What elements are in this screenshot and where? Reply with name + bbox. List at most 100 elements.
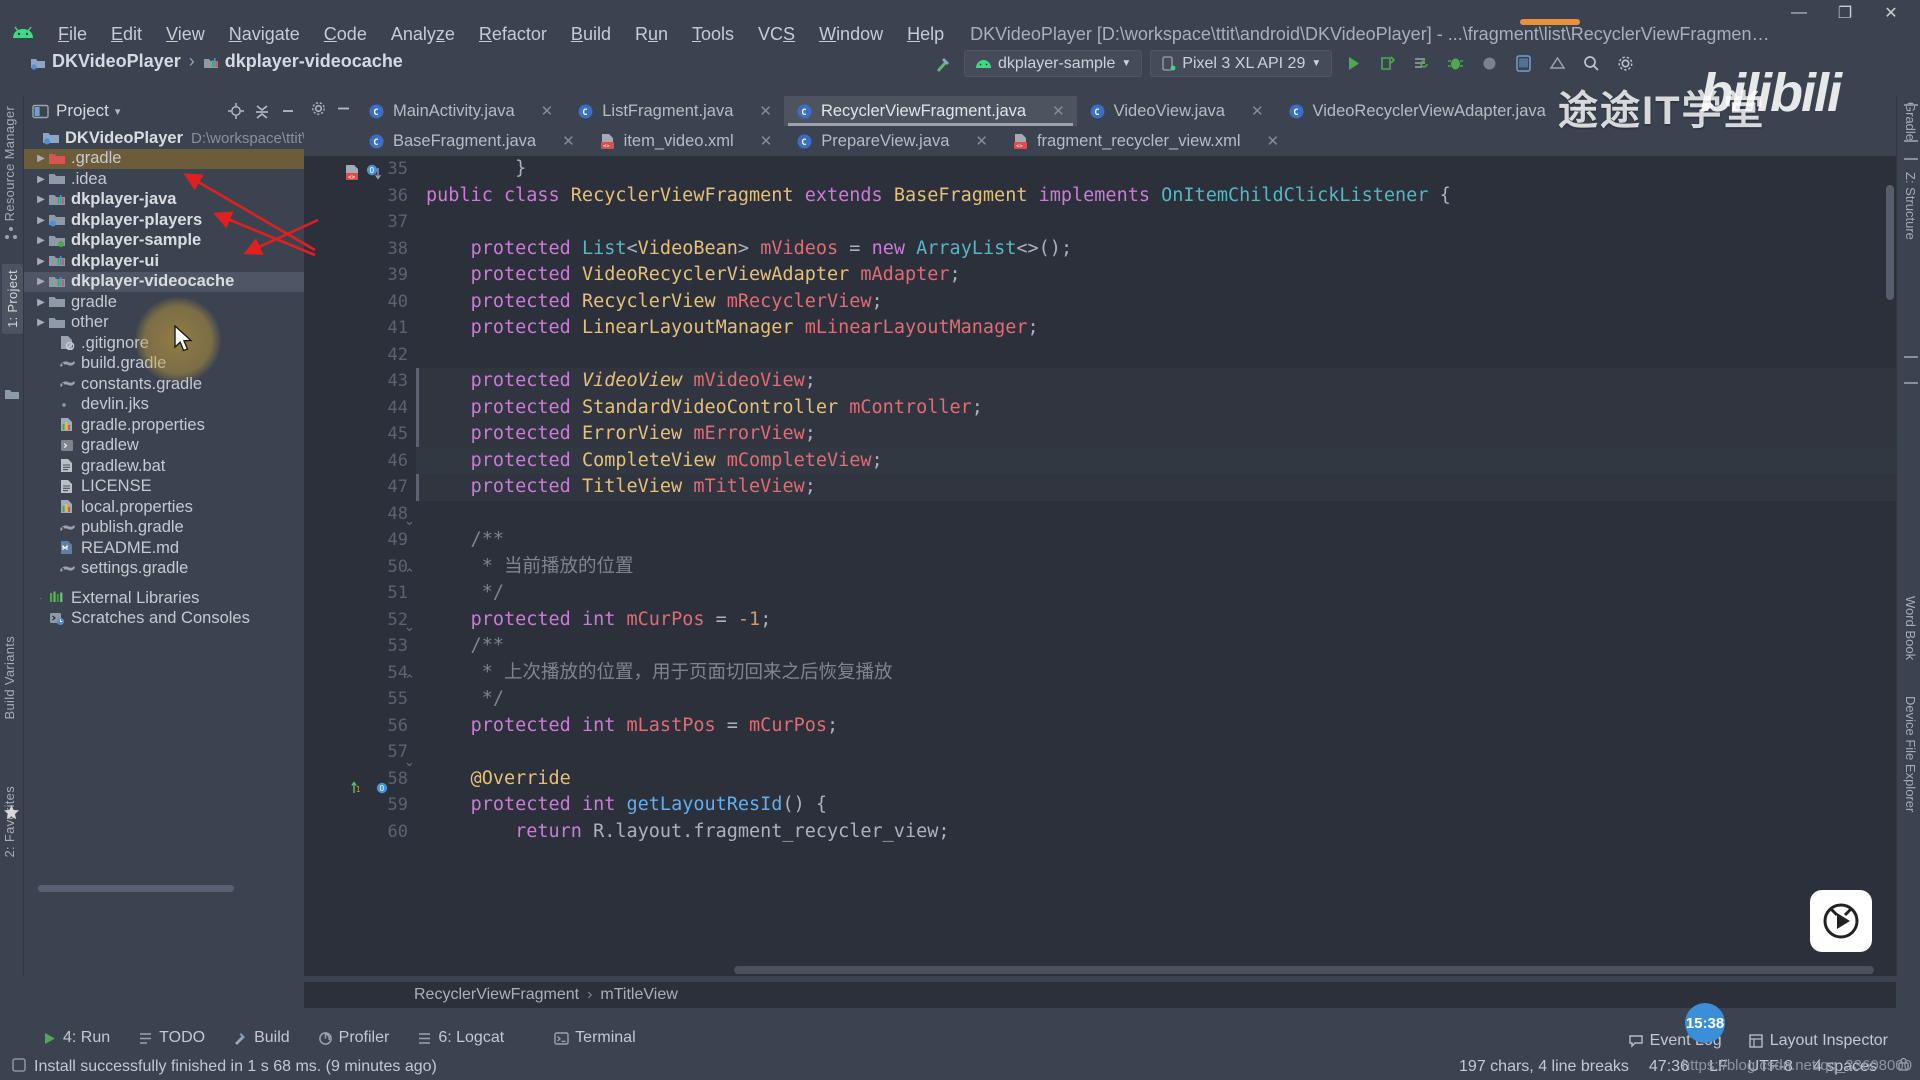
star-favorites-icon[interactable] — [3, 804, 20, 826]
expand-arrow-icon[interactable]: ▶ — [34, 256, 48, 267]
code-line[interactable]: protected TitleView mTitleView; — [416, 474, 1896, 501]
stop-icon[interactable] — [1476, 51, 1502, 77]
sdk-manager-icon[interactable] — [1544, 51, 1570, 77]
breadcrumb-member[interactable]: mTitleView — [600, 986, 677, 1004]
code-line[interactable]: return R.layout.fragment_recycler_view; — [416, 819, 1896, 846]
menu-refactor[interactable]: Refactor — [467, 20, 559, 49]
run-button-icon[interactable] — [1340, 51, 1366, 77]
debug-icon[interactable] — [1442, 51, 1468, 77]
expand-arrow-icon[interactable]: · — [34, 594, 48, 603]
stripe-marker-2[interactable] — [1904, 140, 1918, 142]
tree-row-build-gradle[interactable]: build.gradle — [24, 354, 304, 375]
menu-navigate[interactable]: Navigate — [217, 20, 312, 49]
tree-row-scratches[interactable]: Scratches and Consoles — [24, 609, 304, 630]
menu-build[interactable]: Build — [559, 20, 623, 49]
tree-row-publish-gradle[interactable]: publish.gradle — [24, 518, 304, 539]
fold-marker-55[interactable]: ⌃ — [404, 672, 415, 688]
editor-hide-icon[interactable] — [335, 100, 352, 122]
editor-tab-close-icon[interactable]: ✕ — [562, 132, 575, 150]
code-line[interactable] — [416, 739, 1896, 766]
bottom-tab-profiler[interactable]: Profiler — [304, 1026, 404, 1050]
stripe-marker-5[interactable] — [1904, 382, 1918, 384]
editor-tab-videoview-java[interactable]: C VideoView.java ✕ — [1077, 96, 1276, 126]
editor-tab-listfragment-java[interactable]: C ListFragment.java ✕ — [565, 96, 784, 126]
code-line[interactable]: protected int mLastPos = mCurPos; — [416, 713, 1896, 740]
editor-tab-close-icon[interactable]: ✕ — [1052, 102, 1065, 120]
project-panel-caret-icon[interactable]: ▾ — [115, 105, 121, 118]
implement-gutter-icon[interactable]: O — [376, 781, 392, 804]
code-line[interactable]: } — [416, 156, 1896, 183]
tool-tab-structure[interactable]: Z: Structure — [1903, 172, 1918, 240]
tree-row-devlin-jks[interactable]: devlin.jks — [24, 395, 304, 416]
stripe-marker-1[interactable] — [1904, 104, 1918, 106]
run-method-gutter-icon[interactable]: 1 — [350, 781, 366, 804]
menu-edit[interactable]: Edit — [99, 20, 154, 49]
fold-marker-58[interactable]: ⌄ — [404, 754, 415, 770]
tool-tab-device-file-explorer[interactable]: Device File Explorer — [1903, 696, 1918, 812]
tree-row-gradlew[interactable]: gradlew — [24, 436, 304, 457]
code-line[interactable]: protected int mCurPos = -1; — [416, 607, 1896, 634]
settings-gear-icon[interactable] — [1612, 51, 1638, 77]
code-line[interactable]: * 上次播放的位置，用于页面切回来之后恢复播放 — [416, 660, 1896, 687]
editor-tab-close-icon[interactable]: ✕ — [760, 132, 773, 150]
breadcrumb-project[interactable]: DKVideoPlayer › dkplayer-videocache — [30, 51, 403, 72]
tree-row-constants-gradle[interactable]: constants.gradle — [24, 374, 304, 395]
bottom-tab-logcat[interactable]: 6: Logcat — [403, 1026, 518, 1050]
tree-row-readme-md[interactable]: README.md — [24, 538, 304, 559]
tree-row-license[interactable]: LICENSE — [24, 477, 304, 498]
editor-tab-close-icon[interactable]: ✕ — [1267, 132, 1280, 150]
expand-arrow-icon[interactable]: ▶ — [34, 194, 48, 205]
hide-panel-icon[interactable] — [278, 101, 298, 121]
code-line[interactable]: * 当前播放的位置 — [416, 554, 1896, 581]
tree-row--idea[interactable]: ▶ .idea — [24, 169, 304, 190]
expand-arrow-icon[interactable]: ▶ — [34, 215, 48, 226]
tree-row-gradle-properties[interactable]: gradle.properties — [24, 415, 304, 436]
breadcrumb-class[interactable]: RecyclerViewFragment — [414, 986, 579, 1004]
tree-row-root[interactable]: DKVideoPlayer D:\workspace\ttit\andro — [24, 128, 344, 149]
tree-row--gradle[interactable]: ▶ .gradle — [24, 148, 304, 169]
build-hammer-icon[interactable] — [930, 51, 956, 77]
tree-row-dkplayer-java[interactable]: ▶ dkplayer-java — [24, 190, 304, 211]
editor-tab-close-icon[interactable]: ✕ — [759, 102, 772, 120]
tree-row-dkplayer-videocache[interactable]: ▶ dkplayer-videocache — [24, 271, 304, 292]
code-line[interactable]: protected ErrorView mErrorView; — [416, 421, 1896, 448]
fold-marker-49[interactable]: ⌄ — [404, 513, 415, 529]
locate-target-icon[interactable] — [226, 101, 246, 121]
editor-settings-gear-icon[interactable] — [310, 100, 327, 122]
expand-arrow-icon[interactable]: ▶ — [34, 153, 48, 164]
editor-tab-close-icon[interactable]: ✕ — [975, 132, 988, 150]
chevron-down-icon-device[interactable]: ▼ — [1311, 58, 1321, 69]
code-line[interactable]: protected int getLayoutResId() { — [416, 792, 1896, 819]
code-line[interactable]: protected RecyclerView mRecyclerView; — [416, 289, 1896, 316]
tool-tab-project[interactable]: 1: Project — [2, 264, 23, 334]
xml-layout-gutter-icon[interactable]: <> — [344, 164, 361, 186]
expand-arrow-icon[interactable]: ▶ — [34, 276, 48, 287]
tree-row-gradlew-bat[interactable]: gradlew.bat — [24, 456, 304, 477]
menu-tools[interactable]: Tools — [680, 20, 746, 49]
code-line[interactable]: @Override — [416, 766, 1896, 793]
tool-tab-word-book[interactable]: Word Book — [1903, 596, 1918, 660]
code-line[interactable]: /** — [416, 633, 1896, 660]
project-panel-scrollbar[interactable] — [38, 885, 234, 892]
editor-tab-fragment-recycler-view-xml[interactable]: <> fragment_recycler_view.xml ✕ — [1000, 126, 1291, 156]
editor-tab-videorecyclerviewadapter-java[interactable]: C VideoRecyclerViewAdapter.java ✕ — [1276, 96, 1597, 126]
code-line[interactable]: protected VideoView mVideoView; — [416, 368, 1896, 395]
code-line[interactable]: */ — [416, 580, 1896, 607]
code-line[interactable] — [416, 501, 1896, 528]
menu-file[interactable]: File — [46, 20, 99, 49]
menu-run[interactable]: Run — [623, 20, 680, 49]
bottom-tab-build[interactable]: Build — [219, 1026, 304, 1050]
device-selector[interactable]: Pixel 3 XL API 29 ▼ — [1150, 50, 1333, 77]
editor-tab-basefragment-java[interactable]: C BaseFragment.java ✕ — [356, 126, 587, 156]
tree-row-other[interactable]: ▶ other — [24, 313, 304, 334]
run-configuration-selector[interactable]: dkplayer-sample ▼ — [964, 50, 1143, 77]
bottom-tab-todo[interactable]: TODO — [124, 1026, 219, 1050]
menu-analyze[interactable]: Analyze — [379, 20, 467, 49]
editor-horizontal-scrollbar[interactable] — [734, 966, 1874, 974]
chevron-down-icon[interactable]: ▼ — [1121, 58, 1131, 69]
editor-tab-mainactivity-java[interactable]: C MainActivity.java ✕ — [356, 96, 565, 126]
code-line[interactable]: public class RecyclerViewFragment extend… — [416, 183, 1896, 210]
menu-help[interactable]: Help — [895, 20, 956, 49]
menu-view[interactable]: View — [154, 20, 217, 49]
code-line[interactable]: */ — [416, 686, 1896, 713]
